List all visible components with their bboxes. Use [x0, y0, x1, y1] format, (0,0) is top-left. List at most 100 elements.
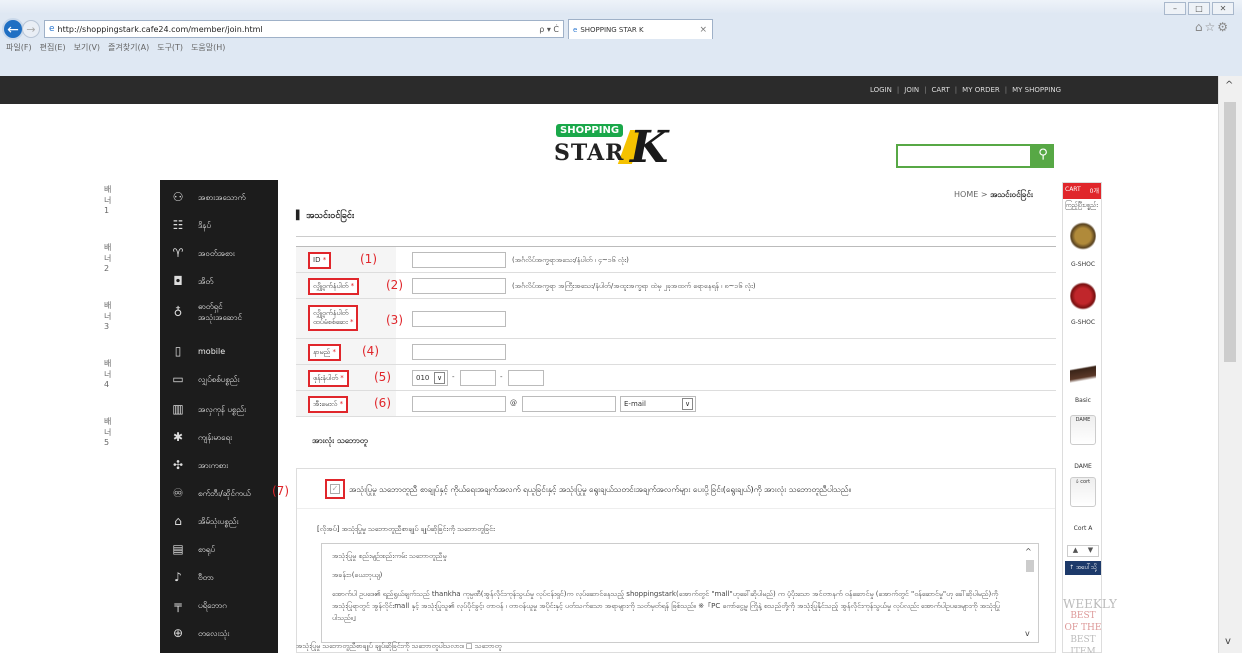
my-shopping-link[interactable]: MY SHOPPING: [1012, 86, 1061, 94]
terms-scrollbar[interactable]: ^ v: [1024, 546, 1036, 640]
required-mark: *: [339, 400, 344, 408]
back-button[interactable]: ←: [2, 18, 24, 40]
sidebar-item-sports[interactable]: ✣ အားကစား: [160, 454, 278, 476]
join-link[interactable]: JOIN: [904, 86, 919, 94]
terms-heading: အသုံးပြုမှု စည်းမျဉ်းစည်းကမ်း သဘောတူညီမှ…: [332, 552, 447, 560]
sidebar-item-cosmetics[interactable]: ▥ အလှကုန် ပစ္စည်း: [160, 398, 278, 420]
sidebar-item-bike[interactable]: ♾ စက်ဘီး/ဆိုင်ကယ်: [160, 482, 278, 504]
address-bar[interactable]: e http://shoppingstark.cafe24.com/member…: [44, 20, 564, 38]
sidebar-item-stand[interactable]: ☷ ဒိနပ်: [160, 214, 278, 236]
agree-all-checkbox-highlight: ✓: [325, 479, 345, 499]
annotation-2: (2): [386, 278, 403, 292]
site-logo[interactable]: SHOPPING STAR K: [552, 120, 672, 173]
chevron-up-icon[interactable]: ^: [1025, 546, 1032, 558]
terms-scroll-thumb[interactable]: [1026, 560, 1034, 572]
tab-shopping-star-k[interactable]: e SHOPPING STAR K ×: [568, 19, 713, 39]
sidebar-item-health[interactable]: ✱ ကျန်းမာရေး: [160, 426, 278, 448]
recent-item[interactable]: Basic: [1063, 359, 1103, 404]
terms-textarea[interactable]: အသုံးပြုမှု စည်းမျဉ်းစည်းကမ်း သဘောတူညီမှ…: [321, 543, 1039, 643]
search-input[interactable]: [896, 144, 1032, 168]
terms-subtitle: [လိုအပ်] အသုံးပြုမှု သဘောတူညီစာချုပ် ချု…: [317, 525, 495, 533]
login-link[interactable]: LOGIN: [870, 86, 892, 94]
sidebar-item-bag[interactable]: ◘ အိတ်: [160, 270, 278, 292]
scroll-up-icon[interactable]: ^: [1225, 80, 1233, 91]
menu-favorites[interactable]: 즐겨찾기(A): [108, 42, 149, 53]
top-links: LOGIN | JOIN | CART | MY ORDER | MY SHOPPING: [870, 86, 1062, 94]
bag-icon: ◘: [173, 274, 183, 288]
cart-nav: ▲ ▼: [1067, 545, 1099, 557]
sidebar-item-household[interactable]: ⌂ အိမ်သုံးပစ္စည်း: [160, 510, 278, 532]
email-domain-select[interactable]: E-mail ∨: [620, 396, 696, 412]
required-mark: *: [332, 348, 337, 356]
breadcrumb-sep: >: [980, 190, 988, 199]
sidebar-item-electric[interactable]: ♁ ဓာတ်ရှင် အသုံးအဆောင်: [160, 296, 278, 328]
sidebar-item-guitar[interactable]: ♪ ဗီတာ: [160, 566, 278, 588]
sidebar-item-furniture[interactable]: ╤ ပရိဘောဂ: [160, 594, 278, 616]
scroll-down-icon[interactable]: v: [1225, 636, 1231, 647]
forward-button[interactable]: →: [22, 20, 40, 38]
cart-up-button[interactable]: ▲: [1073, 546, 1078, 556]
maximize-button[interactable]: □: [1188, 2, 1210, 15]
phone-prefix-select[interactable]: 010 ∨: [412, 370, 448, 386]
baby-icon: ⊕: [172, 626, 184, 640]
recent-item[interactable]: G-SHOC: [1063, 281, 1103, 326]
email-id-input[interactable]: [412, 396, 506, 412]
sidebar-item-food[interactable]: ⚇ အစားအသောက်: [160, 186, 278, 208]
close-window-button[interactable]: ✕: [1212, 2, 1234, 15]
id-input[interactable]: [412, 252, 506, 268]
menu-help[interactable]: 도움말(H): [191, 42, 225, 53]
cart-link[interactable]: CART: [931, 86, 949, 94]
browser-tool-icons[interactable]: ⌂☆⚙: [1195, 20, 1230, 34]
scroll-thumb[interactable]: [1224, 102, 1236, 362]
sidebar-item-electronics[interactable]: ▭ လျှပ်စစ်ပစ္စည်း: [160, 368, 278, 390]
search-button[interactable]: ⚲: [1032, 144, 1054, 168]
email-at: @: [510, 399, 517, 407]
recent-item[interactable]: ခံ cort Cort A: [1063, 477, 1103, 532]
phone-label-text: ဖုန်းနံပါတ်: [313, 374, 339, 382]
password-input[interactable]: [412, 278, 506, 294]
name-input[interactable]: [412, 344, 506, 360]
join-form: ID * (1) (အင်္ဂလိပ်အက္ခရာအသေး/နံပါတ် ၊ ၄…: [296, 246, 1056, 417]
ie-page-icon: e: [49, 24, 55, 34]
ie-tab-icon: e: [573, 25, 578, 34]
sidebar-item-mobile[interactable]: ▯ mobile: [160, 340, 278, 362]
chevron-down-icon[interactable]: v: [1025, 628, 1030, 640]
health-icon: ✱: [172, 430, 184, 444]
cart-down-button[interactable]: ▼: [1088, 546, 1093, 556]
address-tools[interactable]: ρ ▾ Ċ: [539, 25, 559, 34]
recent-item[interactable]: G-SHOC: [1063, 221, 1103, 268]
browser-chrome: – □ ✕ ← → e http://shoppingstark.cafe24.…: [0, 0, 1242, 76]
cart-header[interactable]: CART 0개: [1063, 183, 1101, 199]
guitar-brand: DAME: [1075, 417, 1091, 423]
password-label: လျှို့ဝှက်နံပါတ် *: [308, 278, 360, 295]
phone-middle-input[interactable]: [460, 370, 496, 386]
email-domain-input[interactable]: [522, 396, 616, 412]
breadcrumb-home[interactable]: HOME: [954, 190, 978, 199]
menu-view[interactable]: 보기(V): [74, 42, 100, 53]
annotation-1: (1): [360, 252, 377, 266]
password-label-text: လျှို့ဝှက်နံပါတ်: [313, 282, 349, 290]
recent-item[interactable]: DAME DAME: [1063, 415, 1103, 470]
menu-file[interactable]: 파일(F): [6, 42, 32, 53]
tab-close-icon[interactable]: ×: [699, 25, 707, 35]
banner-label: 배너2: [104, 243, 112, 273]
menu-tools[interactable]: 도구(T): [157, 42, 183, 53]
sidebar-item-books[interactable]: ▤ စာရုပ်: [160, 538, 278, 560]
shirt-icon: ♈: [172, 246, 184, 260]
sidebar-item-baby[interactable]: ⊕ တလေးသုံး: [160, 622, 278, 644]
agree-all-checkbox[interactable]: ✓: [330, 484, 340, 494]
weekly-best-banner[interactable]: WEEKLY BEST OF THE BEST ITEM: [1063, 598, 1117, 653]
back-to-top-button[interactable]: ↑ အပေါ်သို့: [1065, 561, 1101, 575]
menu-edit[interactable]: 편집(E): [40, 42, 66, 53]
logo-k: K: [630, 122, 669, 173]
minimize-button[interactable]: –: [1164, 2, 1186, 15]
bike-icon: ♾: [172, 486, 184, 500]
my-order-link[interactable]: MY ORDER: [962, 86, 1000, 94]
guitar-icon: ♪: [174, 570, 182, 584]
watch-image: [1070, 281, 1096, 311]
page-scrollbar[interactable]: ^ v: [1218, 76, 1242, 653]
sidebar-item-clothing[interactable]: ♈ အဝတ်အစား: [160, 242, 278, 264]
password-confirm-input[interactable]: [412, 311, 506, 327]
phone-last-input[interactable]: [508, 370, 544, 386]
form-row-password: လျှို့ဝှက်နံပါတ် * (2) (အင်္ဂလိပ်အက္ခရာ …: [296, 273, 1056, 299]
